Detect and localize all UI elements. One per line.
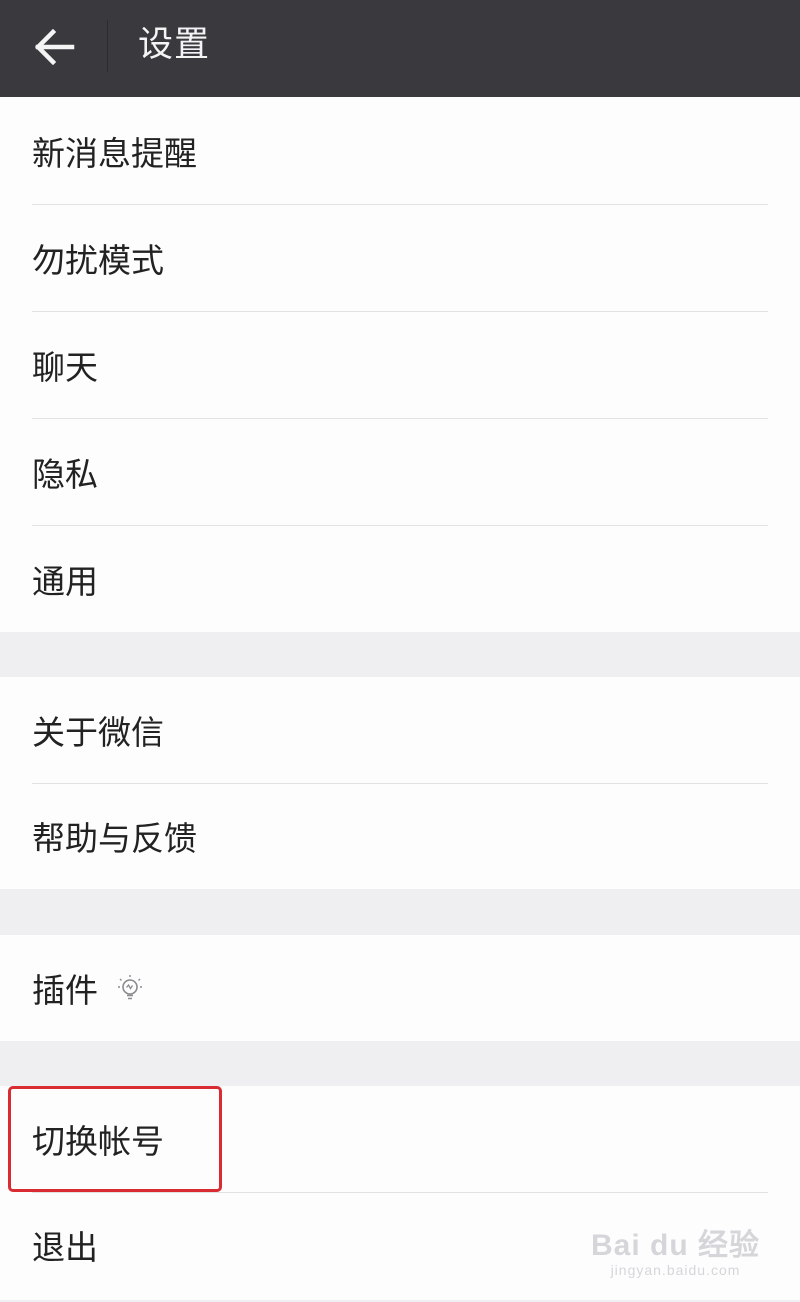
baidu-jingyan-watermark: Bai du 经验 jingyan.baidu.com bbox=[590, 1229, 760, 1279]
settings-item-label: 聊天 bbox=[32, 347, 98, 387]
settings-item-label: 勿扰模式 bbox=[32, 240, 164, 280]
top-app-bar: 设置 bbox=[0, 0, 800, 97]
lightbulb-icon bbox=[116, 973, 144, 1003]
settings-group-general: 新消息提醒 勿扰模式 聊天 隐私 通用 bbox=[0, 97, 800, 632]
settings-item-label: 退出 bbox=[32, 1228, 98, 1267]
settings-item-chat[interactable]: 聊天 bbox=[0, 311, 800, 418]
settings-item-general[interactable]: 通用 bbox=[0, 525, 800, 632]
settings-group-plugins: 插件 bbox=[0, 935, 800, 1041]
settings-item-plugins[interactable]: 插件 bbox=[0, 935, 800, 1041]
settings-item-help-feedback[interactable]: 帮助与反馈 bbox=[0, 783, 800, 889]
settings-item-label: 切换帐号 bbox=[32, 1122, 164, 1161]
arrow-left-icon bbox=[35, 29, 75, 65]
settings-item-about-wechat[interactable]: 关于微信 bbox=[0, 677, 800, 783]
settings-item-new-message-alert[interactable]: 新消息提醒 bbox=[0, 97, 800, 204]
settings-item-label: 插件 bbox=[32, 971, 98, 1010]
back-button[interactable] bbox=[24, 18, 86, 76]
settings-item-label: 通用 bbox=[32, 561, 98, 601]
page-title: 设置 bbox=[138, 25, 211, 65]
header-divider bbox=[107, 20, 108, 72]
settings-item-switch-account[interactable]: 切换帐号 bbox=[0, 1086, 800, 1192]
settings-item-label: 新消息提醒 bbox=[32, 133, 197, 173]
settings-item-label: 隐私 bbox=[32, 454, 98, 494]
settings-group-about: 关于微信 帮助与反馈 bbox=[0, 677, 800, 889]
settings-item-label: 关于微信 bbox=[32, 713, 164, 752]
settings-item-do-not-disturb[interactable]: 勿扰模式 bbox=[0, 204, 800, 311]
watermark-url: jingyan.baidu.com bbox=[610, 1262, 741, 1278]
watermark-brand: Bai du 经验 bbox=[590, 1229, 760, 1262]
settings-item-label: 帮助与反馈 bbox=[32, 819, 197, 858]
settings-item-privacy[interactable]: 隐私 bbox=[0, 418, 800, 525]
